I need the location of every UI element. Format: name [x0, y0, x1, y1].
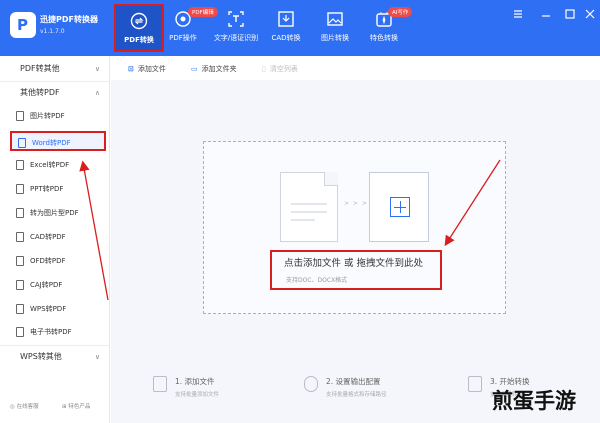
title-bar: P 迅捷PDF转换器 v1.1.7.0 PDF转换 PDF操作 PDF编辑 文字… — [0, 0, 600, 56]
sidebar-group-label: PDF转其他 — [20, 64, 60, 73]
trash-icon: ▯ — [262, 65, 266, 73]
tab-pdf-convert[interactable]: PDF转换 — [114, 4, 164, 52]
tab-label: PDF转换 — [124, 36, 154, 44]
sidebar-item-image-to-pdf[interactable]: 图片转PDF — [10, 106, 106, 126]
sidebar-item-label: Word转PDF — [32, 139, 71, 147]
tab-label: PDF操作 — [169, 34, 197, 42]
tab-image[interactable]: 图片转换 — [310, 4, 360, 52]
clear-list-button[interactable]: ▯ 清空列表 — [262, 63, 298, 75]
sidebar-item-label: PPT转PDF — [30, 185, 64, 193]
step-title: 1. 添加文件 — [175, 377, 215, 386]
gear-icon — [304, 376, 318, 392]
featured-products-link[interactable]: ⊞ 特色产品 — [62, 402, 90, 414]
sidebar-item-label: CAD转PDF — [30, 233, 66, 241]
minimize-icon[interactable] — [540, 8, 552, 20]
online-service-label: 在线客服 — [16, 404, 39, 410]
file-icon — [16, 280, 24, 290]
sidebar-item-wps-to-pdf[interactable]: WPS转PDF — [10, 299, 106, 319]
sidebar-item-image-type-pdf[interactable]: 转为图片型PDF — [10, 203, 106, 223]
ai-writing-badge: AI写作 — [388, 7, 413, 17]
sidebar-item-label: 图片转PDF — [30, 112, 65, 120]
maximize-icon[interactable] — [564, 8, 576, 20]
sidebar-item-ofd-to-pdf[interactable]: OFD转PDF — [10, 251, 106, 271]
file-icon — [16, 184, 24, 194]
clear-list-label: 清空列表 — [269, 65, 298, 73]
menu-icon[interactable] — [512, 8, 524, 20]
file-icon — [16, 327, 24, 337]
sidebar-item-cad-to-pdf[interactable]: CAD转PDF — [10, 227, 106, 247]
tab-label: 特色转换 — [370, 34, 398, 42]
close-icon[interactable] — [584, 8, 596, 20]
sidebar-item-label: CAJ转PDF — [30, 281, 63, 289]
add-folder-button[interactable]: ▭ 添加文件夹 — [191, 63, 237, 75]
app-version: v1.1.7.0 — [40, 28, 65, 35]
step-convert-icon — [468, 376, 482, 392]
tab-cad[interactable]: CAD转换 — [261, 4, 311, 52]
convert-icon — [130, 12, 148, 30]
ocr-icon — [228, 11, 244, 27]
sidebar-item-label: WPS转PDF — [30, 305, 67, 313]
chevron-up-icon: ∧ — [94, 89, 100, 97]
app-logo: P — [10, 12, 36, 38]
file-icon — [16, 232, 24, 242]
plus-icon — [390, 197, 410, 217]
file-icon — [16, 160, 24, 170]
sidebar-item-label: 电子书转PDF — [30, 328, 72, 336]
featured-products-label: 特色产品 — [68, 404, 91, 410]
arrows-icon: > > > — [344, 200, 368, 207]
add-file-target[interactable] — [369, 172, 429, 242]
app-name: 迅捷PDF转换器 — [40, 15, 98, 24]
chevron-down-icon: ∨ — [94, 353, 100, 361]
watermark-text: 煎蛋手游 — [492, 389, 576, 413]
step-file-icon — [153, 376, 167, 392]
file-icon — [16, 208, 24, 218]
document-icon — [280, 172, 338, 242]
sidebar-group-other-to-pdf[interactable]: 其他转PDF ∧ — [0, 82, 110, 104]
sidebar-group-wps-to-other[interactable]: WPS转其他 ∨ — [0, 346, 110, 368]
cad-icon — [278, 11, 294, 27]
image-icon — [327, 12, 343, 26]
add-file-button[interactable]: ⊡ 添加文件 — [128, 63, 166, 75]
sidebar-item-label: OFD转PDF — [30, 257, 66, 265]
file-icon — [16, 304, 24, 314]
tab-ocr[interactable]: 文字/语证识别 — [211, 4, 261, 52]
online-service-link[interactable]: ◎ 在线客服 — [10, 402, 39, 414]
step-desc: 支持批量格式和存储路径 — [326, 392, 387, 398]
logo-letter: P — [17, 16, 28, 34]
add-folder-icon: ▭ — [191, 65, 198, 73]
add-folder-label: 添加文件夹 — [201, 65, 237, 73]
drop-hint-text[interactable]: 点击添加文件 或 拖拽文件到此处 — [284, 255, 423, 269]
file-icon — [18, 138, 26, 148]
sidebar-item-label: Excel转PDF — [30, 161, 70, 169]
sidebar-item-caj-to-pdf[interactable]: CAJ转PDF — [10, 275, 106, 295]
sidebar-group-label: 其他转PDF — [20, 88, 60, 97]
supported-formats-text: 支持DOC、DOCX格式 — [286, 277, 348, 284]
add-file-label: 添加文件 — [137, 65, 166, 73]
chevron-down-icon: ∨ — [94, 65, 100, 73]
sidebar-item-ebook-to-pdf[interactable]: 电子书转PDF — [10, 322, 106, 342]
add-file-icon: ⊡ — [128, 65, 134, 73]
sidebar-group-pdf-to-other[interactable]: PDF转其他 ∨ — [0, 58, 110, 80]
tab-label: 文字/语证识别 — [213, 34, 259, 42]
sidebar-item-label: 转为图片型PDF — [30, 209, 79, 217]
step-title: 2. 设置输出配置 — [326, 377, 381, 386]
step-desc: 支持批量添加文件 — [175, 392, 220, 398]
file-icon — [16, 256, 24, 266]
tab-label: CAD转换 — [271, 34, 301, 42]
sidebar-item-excel-to-pdf[interactable]: Excel转PDF — [10, 155, 106, 175]
tab-label: 图片转换 — [321, 34, 349, 42]
file-icon — [16, 111, 24, 121]
sidebar-item-word-to-pdf[interactable]: Word转PDF — [10, 131, 106, 151]
sidebar-item-ppt-to-pdf[interactable]: PPT转PDF — [10, 179, 106, 199]
sidebar-group-label: WPS转其他 — [20, 352, 62, 361]
